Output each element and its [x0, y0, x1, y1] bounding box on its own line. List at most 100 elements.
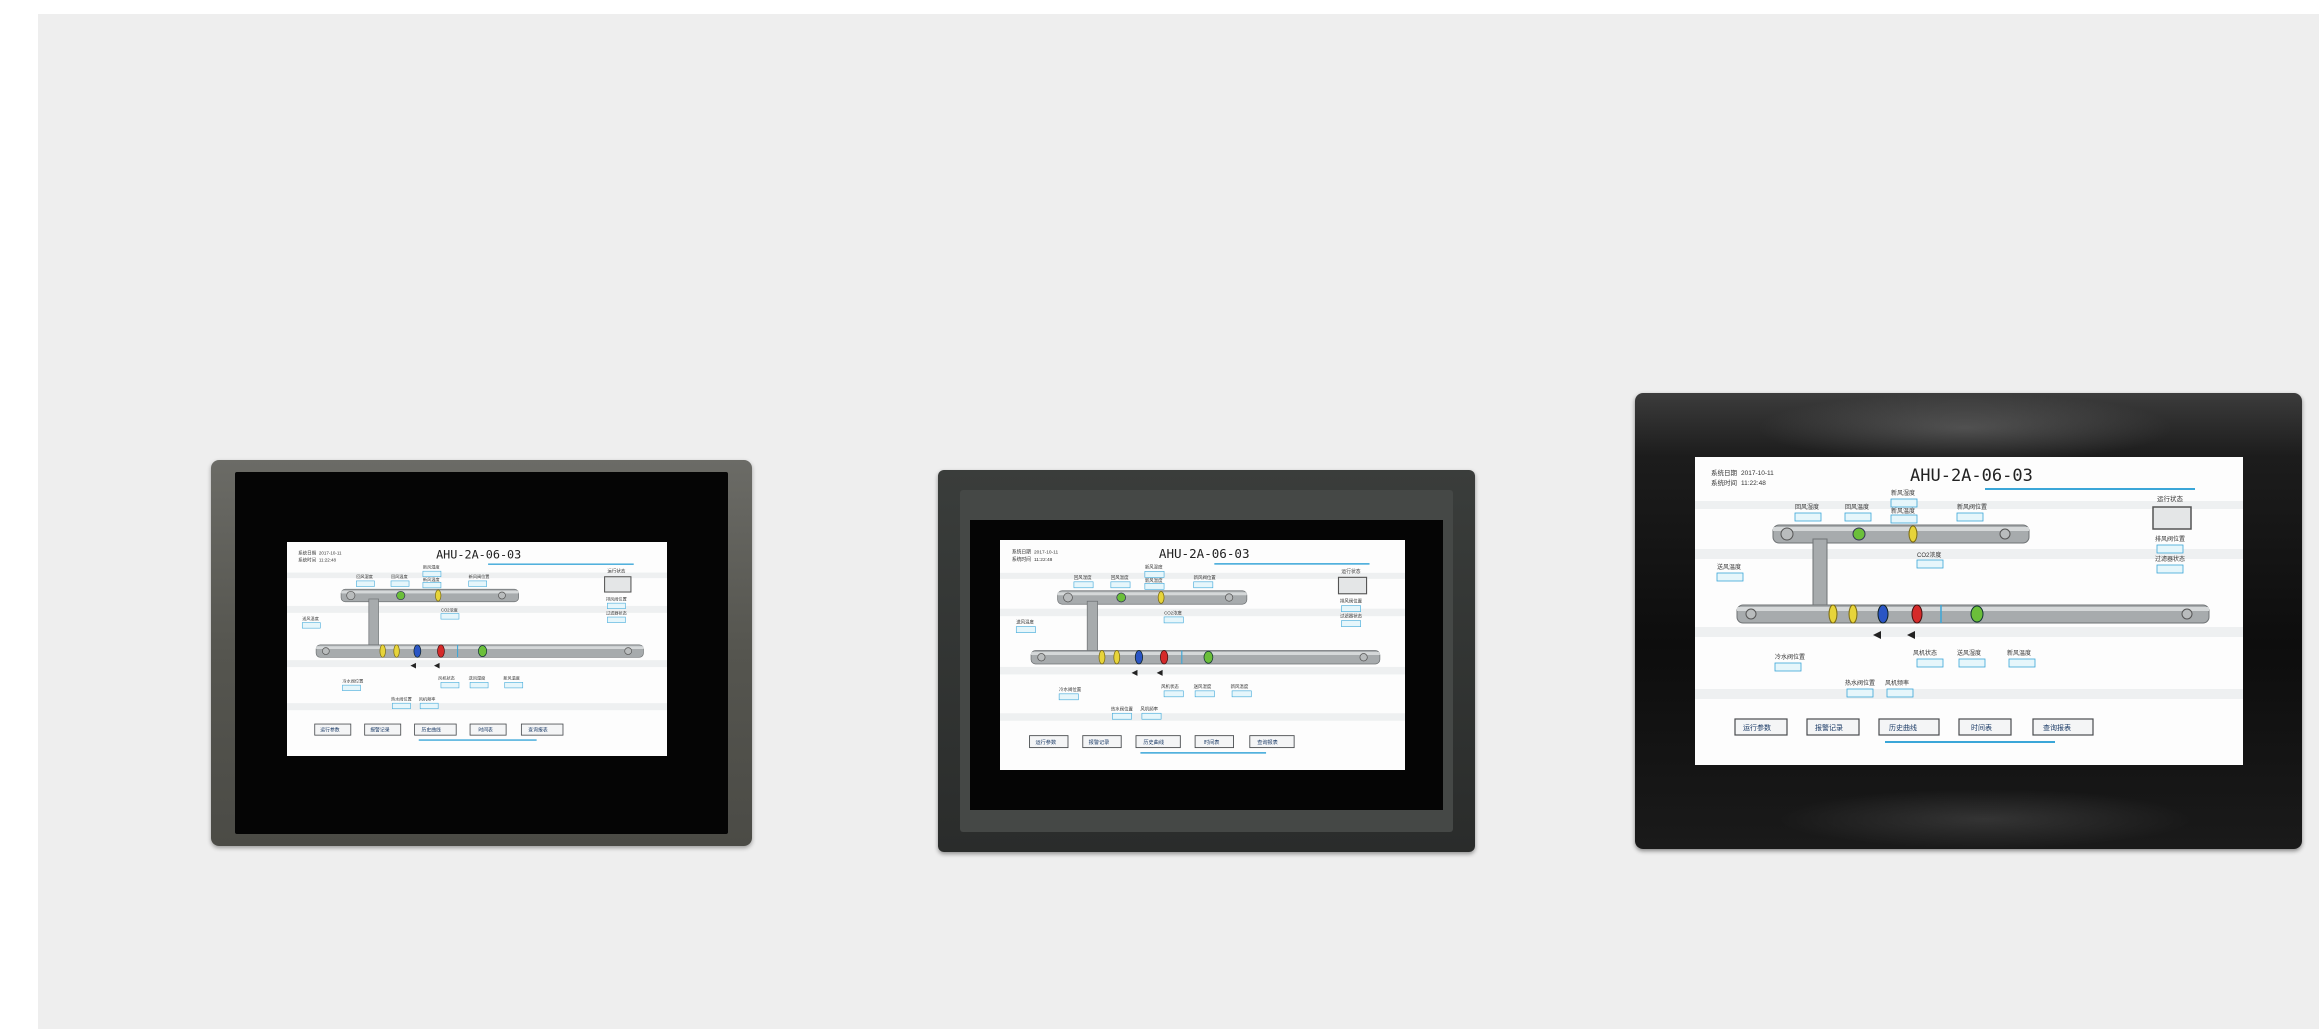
sensor-label: 送风温度: [302, 615, 319, 621]
mixing-duct: [1086, 600, 1098, 654]
hmi-screen: 系统日期 2017-10-11 系统时间 11:22:48 AHU-2A-06-…: [1695, 457, 2243, 765]
fan-icon: [1116, 592, 1127, 603]
button-label: 历史曲线: [1889, 723, 1917, 732]
sensor-label: 回风湿度: [356, 573, 373, 579]
damper-icon: [1999, 528, 2011, 540]
fan-icon: [1970, 605, 1984, 623]
damper-icon: [1037, 653, 1046, 662]
sensor-label: 冷水阀位置: [1775, 653, 1805, 661]
fan-icon: [1852, 527, 1866, 541]
button-label: 报警记录: [1815, 723, 1843, 732]
sensor-label: 新风阀位置: [469, 573, 490, 579]
hmi-screen: 系统日期 2017-10-11 系统时间 11:22:48 AHU-2A-06-…: [287, 542, 667, 756]
sensor-label: CO2浓度: [1164, 610, 1182, 617]
mixing-duct: [1812, 538, 1828, 610]
sensor-label: 排风阀位置: [606, 595, 627, 601]
sensor-label: 送风温度: [1016, 619, 1034, 626]
status-indicator-box: [604, 576, 632, 593]
damper-icon: [322, 647, 330, 655]
sensor-label: 风机频率: [1885, 679, 1909, 687]
status-indicator-box: [2152, 506, 2192, 530]
sensor-label: 新风阀位置: [1957, 503, 1987, 511]
header-time-value: 11:22:48: [319, 557, 337, 562]
sensor-label: 送风湿度: [469, 675, 486, 681]
sensor-label: 回风温度: [1845, 503, 1869, 511]
damper-icon: [435, 589, 442, 602]
sensor-label: 新风湿度: [1145, 563, 1163, 570]
sensor-label: 风机频率: [419, 695, 436, 701]
sensor-label: 热水阀位置: [1845, 679, 1875, 687]
sensor-label: 过滤器状态: [1340, 613, 1363, 620]
sensor-label: 冷水阀位置: [342, 677, 363, 683]
sensor-label: 风机频率: [1140, 705, 1158, 712]
damper-icon: [624, 647, 632, 655]
sensor-label: 风机状态: [1161, 683, 1179, 690]
damper-icon: [1157, 591, 1165, 604]
sensor-label: CO2浓度: [1917, 551, 1941, 559]
panel-glass: 系统日期 2017-10-11 系统时间 11:22:48 AHU-2A-06-…: [235, 472, 728, 834]
filter-icon: [1113, 650, 1121, 665]
damper-icon: [346, 590, 356, 601]
fan-icon: [396, 590, 406, 601]
cooling-coil-icon: [1877, 604, 1889, 624]
panel-bezel-lip: 系统日期 2017-10-11 系统时间 11:22:48 AHU-2A-06-…: [960, 490, 1453, 832]
sensor-label: 新风温度: [1231, 683, 1249, 690]
sensor-label: 热水阀位置: [1111, 705, 1134, 712]
header-date-label: 系统日期: [1711, 468, 1738, 477]
sensor-label: 送风温度: [1717, 563, 1741, 571]
product-backdrop: 系统日期 2017-10-11 系统时间 11:22:48 AHU-2A-06-…: [38, 14, 2319, 1029]
header-date-value: 2017-10-11: [1034, 549, 1058, 555]
hmi-title: AHU-2A-06-03: [436, 548, 521, 562]
damper-icon: [1225, 593, 1234, 602]
damper-icon: [1063, 592, 1073, 603]
filter-icon: [1828, 604, 1838, 624]
sensor-label: 回风湿度: [1074, 574, 1092, 581]
hmi-title: AHU-2A-06-03: [1910, 466, 2033, 486]
sensor-label: 过滤器状态: [606, 609, 627, 615]
header-date-value: 2017-10-11: [1741, 470, 1774, 477]
button-label: 运行参数: [1743, 723, 1771, 732]
fan-icon: [1203, 650, 1214, 664]
damper-icon: [1780, 527, 1794, 541]
status-indicator-box: [1337, 576, 1368, 595]
fan-icon: [478, 645, 488, 657]
hmi-title: AHU-2A-06-03: [1159, 546, 1250, 561]
hmi-panel-small: 系统日期 2017-10-11 系统时间 11:22:48 AHU-2A-06-…: [211, 460, 752, 846]
filter-icon: [379, 644, 386, 658]
panel-glass: 系统日期 2017-10-11 系统时间 11:22:48 AHU-2A-06-…: [970, 520, 1443, 810]
sensor-label: 冷水阀位置: [1059, 686, 1082, 693]
damper-icon: [1359, 653, 1368, 662]
sensor-label: 风机状态: [1913, 649, 1937, 657]
hmi-panel-large: 系统日期 2017-10-11 系统时间 11:22:48 AHU-2A-06-…: [1635, 393, 2302, 849]
sensor-label: 新风湿度: [423, 563, 440, 569]
damper-icon: [1908, 525, 1918, 543]
ahu-schematic: 系统日期 2017-10-11 系统时间 11:22:48 AHU-2A-06-…: [1695, 457, 2243, 765]
cooling-coil-icon: [413, 644, 422, 658]
sensor-label: 新风温度: [423, 576, 440, 582]
filter-icon: [1098, 650, 1106, 665]
sensor-label: 新风阀位置: [1194, 574, 1217, 581]
heating-coil-icon: [1160, 650, 1169, 665]
sensor-label: 回风温度: [1111, 574, 1129, 581]
cooling-coil-icon: [1134, 650, 1144, 665]
sensor-label: 送风湿度: [1194, 683, 1212, 690]
damper-icon: [498, 591, 506, 600]
mixing-duct: [368, 598, 379, 648]
damper-icon: [2181, 608, 2193, 620]
filter-icon: [1848, 604, 1858, 624]
header-time-label: 系统时间: [298, 556, 316, 563]
button-label: 时间表: [1971, 723, 1992, 732]
header-time-value: 11:22:48: [1741, 480, 1766, 487]
header-date-label: 系统日期: [298, 550, 316, 557]
damper-icon: [1745, 608, 1757, 620]
ahu-schematic: 系统日期 2017-10-11 系统时间 11:22:48 AHU-2A-06-…: [1000, 540, 1405, 770]
sensor-label: 过滤器状态: [2155, 555, 2185, 563]
ahu-schematic: 系统日期 2017-10-11 系统时间 11:22:48 AHU-2A-06-…: [287, 542, 667, 756]
heating-coil-icon: [437, 644, 445, 658]
heating-coil-icon: [1911, 604, 1923, 624]
button-label: 查询报表: [2043, 723, 2071, 732]
sensor-label: 新风温度: [503, 675, 520, 681]
sensor-label: 回风温度: [391, 573, 408, 579]
sensor-label: 新风温度: [1891, 507, 1915, 515]
filter-icon: [393, 644, 400, 658]
